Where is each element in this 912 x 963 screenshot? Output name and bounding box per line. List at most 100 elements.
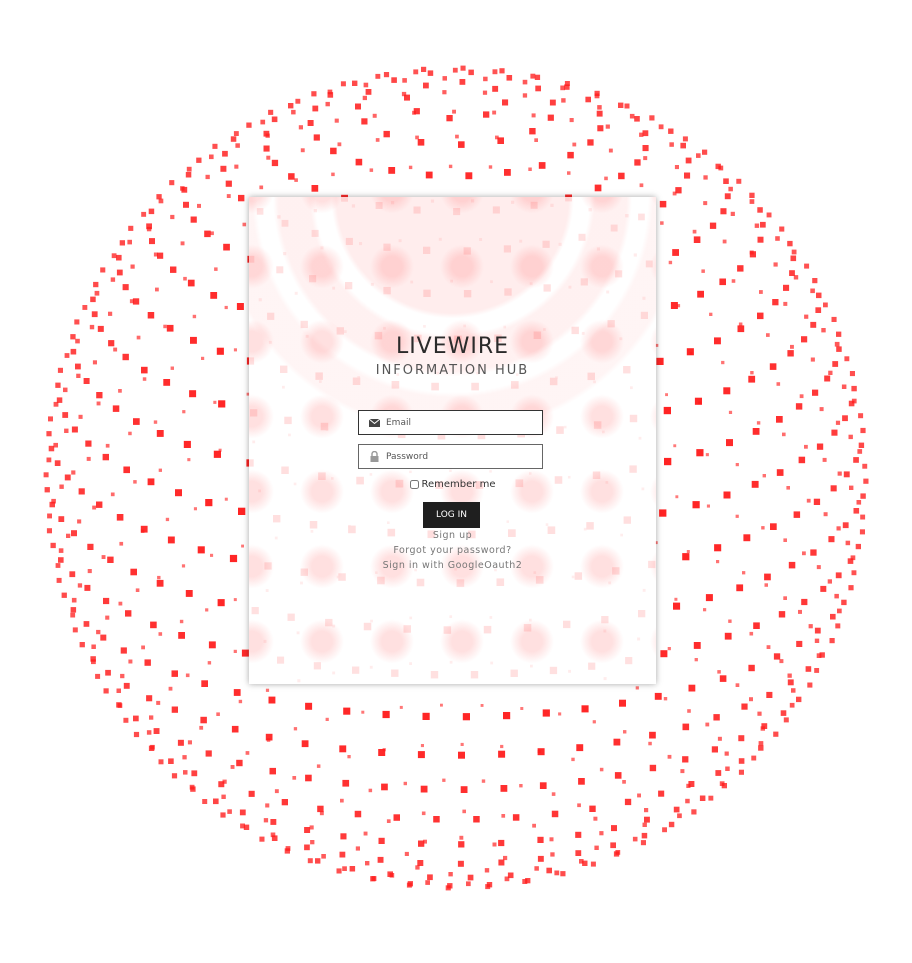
particle-dot [532, 823, 536, 828]
particle-dot [214, 267, 218, 271]
particle-dot [637, 793, 641, 798]
particle-dot [201, 680, 208, 687]
particle-dot [270, 819, 277, 825]
particle-dot [534, 138, 538, 142]
particle-dot [761, 526, 765, 530]
particle-dot [837, 608, 842, 614]
particle-dot [133, 418, 140, 425]
particle-dot [192, 314, 197, 319]
particle-dot [413, 108, 420, 115]
particle-dot [549, 837, 554, 842]
particle-dot [613, 738, 621, 746]
particle-dot [155, 287, 159, 292]
particle-dot [531, 113, 536, 118]
particle-dot [851, 570, 857, 576]
particle-dot [503, 855, 508, 861]
particle-dot [352, 80, 358, 86]
particle-dot [187, 740, 192, 745]
particle-dot [670, 302, 678, 309]
particle-dot [735, 463, 739, 467]
particle-dot [659, 509, 667, 517]
particle-dot [760, 221, 766, 228]
particle-dot [86, 456, 91, 461]
particle-dot [530, 73, 536, 79]
particle-dot [498, 839, 505, 847]
particle-dot [459, 79, 466, 85]
particle-dot [95, 673, 101, 679]
particle-dot [772, 299, 779, 306]
particle-dot [210, 231, 214, 236]
particle-dot [816, 565, 821, 570]
remember-me-checkbox[interactable] [409, 480, 419, 489]
particle-dot [271, 159, 279, 167]
particle-dot [860, 514, 866, 520]
email-input[interactable] [384, 417, 536, 428]
signup-link[interactable]: Sign up [249, 530, 656, 541]
particle-dot [787, 673, 792, 678]
particle-dot [798, 456, 806, 464]
particle-dot [178, 632, 185, 639]
particle-dot [458, 141, 465, 148]
particle-dot [393, 814, 400, 821]
particle-dot [108, 340, 115, 347]
particle-dot [766, 691, 773, 698]
particle-dot [539, 782, 547, 789]
particle-dot [144, 659, 151, 666]
particle-dot [317, 805, 324, 813]
particle-dot [78, 414, 83, 419]
particle-dot [506, 75, 513, 81]
particle-dot [705, 722, 710, 727]
particle-dot [703, 201, 708, 206]
particle-dot [847, 558, 854, 564]
particle-dot [779, 659, 784, 664]
particle-dot [578, 778, 585, 785]
particle-dot [349, 866, 356, 872]
particle-dot [103, 688, 109, 694]
particle-dot [551, 792, 556, 796]
particle-dot [790, 344, 794, 349]
particle-dot [819, 652, 825, 658]
particle-dot [413, 69, 419, 75]
particle-dot [180, 241, 185, 246]
password-input[interactable] [384, 451, 536, 462]
particle-dot [125, 610, 132, 617]
particle-dot [442, 778, 446, 782]
particle-dot [209, 154, 214, 160]
particle-dot [590, 861, 596, 867]
particle-dot [166, 324, 174, 332]
particle-dot [377, 856, 384, 863]
particle-dot [851, 385, 857, 392]
google-signin-link[interactable]: Sign in with GoogleOauth2 [249, 560, 656, 571]
forgot-password-link[interactable]: Forgot your password? [249, 545, 656, 556]
login-button[interactable]: LOG IN [423, 502, 480, 528]
particle-dot [205, 174, 210, 180]
particle-dot [654, 692, 662, 700]
particle-dot [70, 607, 77, 613]
particle-dot [458, 751, 465, 759]
particle-dot [769, 363, 777, 370]
particle-dot [599, 831, 604, 836]
particle-dot [100, 267, 106, 273]
particle-dot [719, 278, 726, 286]
particle-dot [853, 508, 860, 514]
particle-dot [720, 208, 727, 215]
particle-dot [128, 659, 133, 664]
login-panel [249, 197, 656, 684]
particle-dot [728, 619, 732, 623]
particle-dot [101, 555, 106, 559]
particle-dot [665, 393, 668, 397]
particle-dot [156, 430, 164, 437]
particle-dot [643, 156, 648, 161]
particle-dot [265, 733, 273, 741]
particle-dot [669, 142, 674, 147]
particle-dot [457, 860, 464, 867]
particle-dot [218, 400, 226, 408]
particle-dot [120, 647, 127, 654]
particle-dot [442, 76, 447, 81]
particle-dot [810, 549, 817, 556]
particle-dot [660, 650, 668, 658]
particle-dot [728, 410, 733, 414]
particle-dot [697, 290, 704, 298]
particle-dot [829, 638, 835, 644]
particle-dot [48, 445, 55, 452]
